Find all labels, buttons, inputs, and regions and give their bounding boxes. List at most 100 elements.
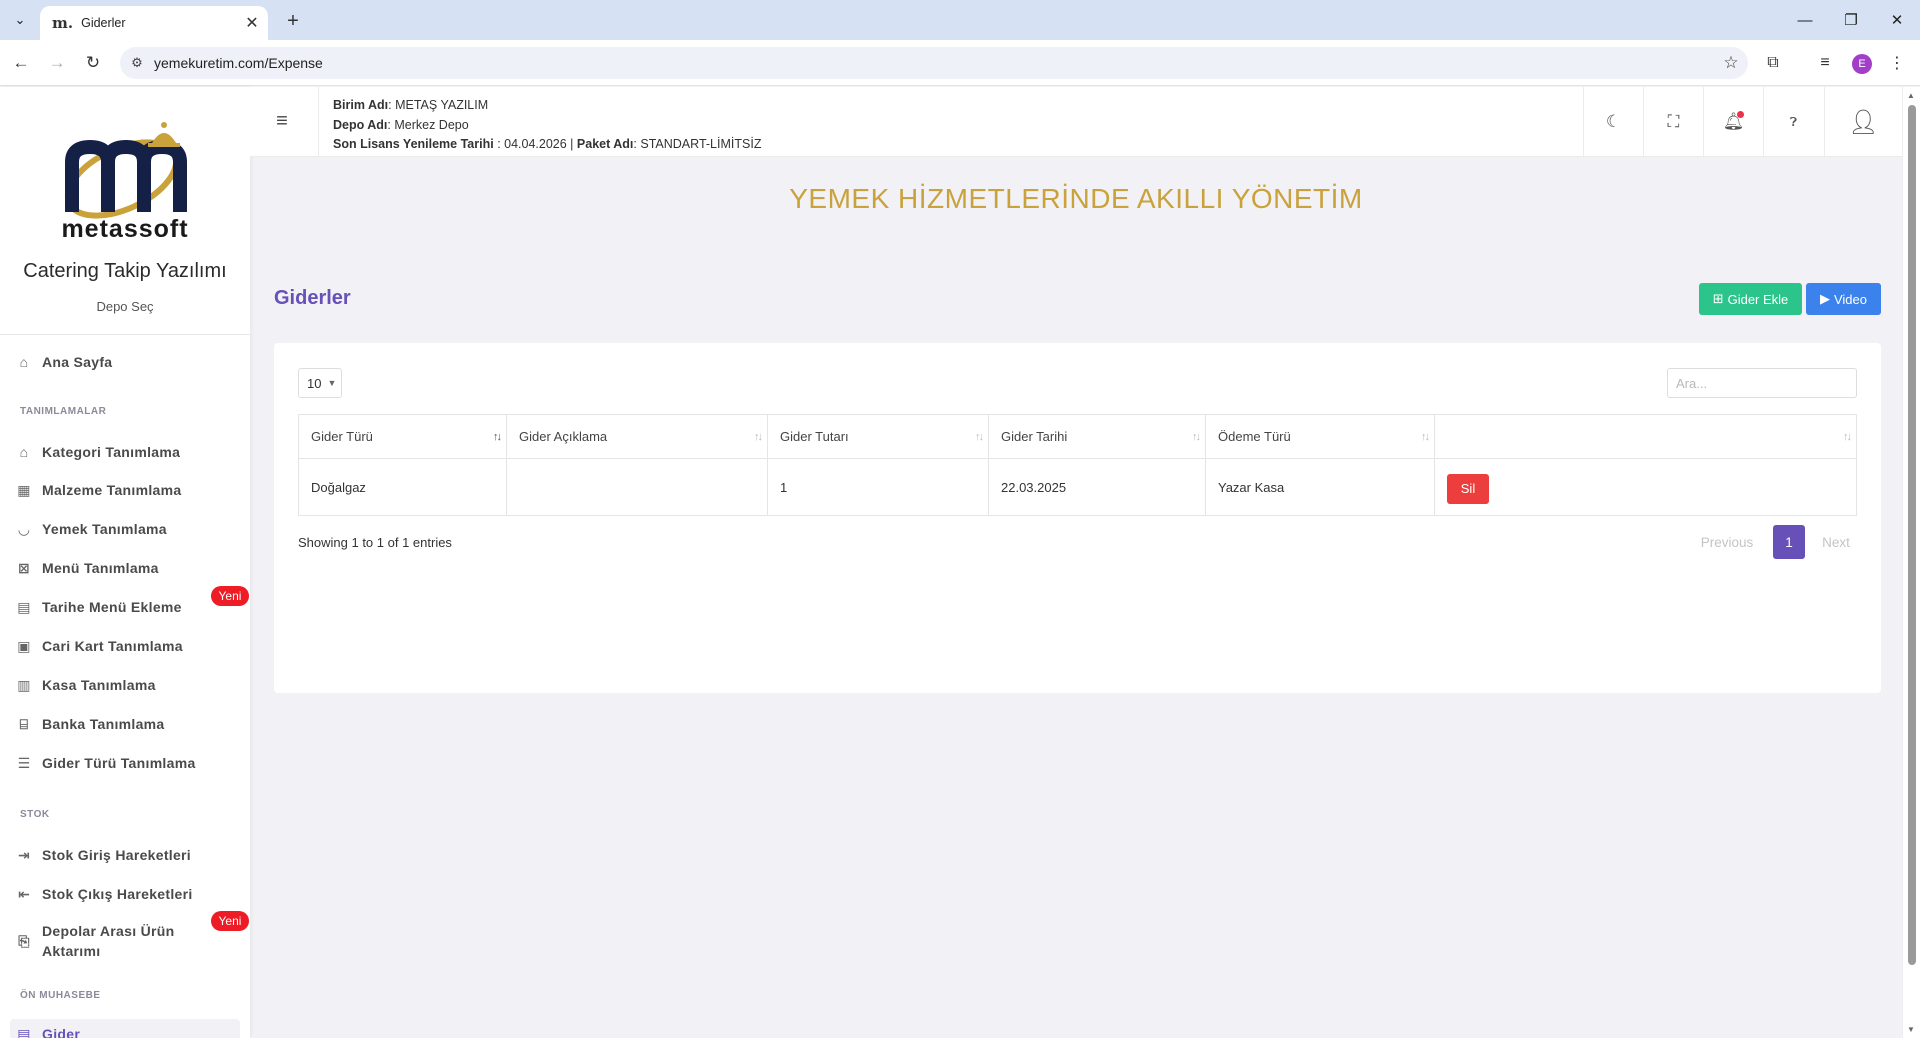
dark-mode-icon[interactable]: ☾ [1583,87,1643,157]
sidebar-item-depolar-arasi[interactable]: ⎘ Depolar Arası Ürün Aktarımı [14,919,202,963]
paket-label: Paket Adı [576,137,634,151]
sort-icon: ↑↓ [493,431,502,443]
delete-button[interactable]: Sil [1447,473,1489,504]
sort-icon: ↑↓ [1843,431,1852,443]
help-icon[interactable]: ❓︎ [1763,87,1823,157]
reload-icon[interactable]: ↻ [78,48,108,78]
video-button[interactable]: ▶ Video [1806,283,1881,315]
pagination-next[interactable]: Next [1812,525,1860,559]
page-scrollbar[interactable]: ▲ ▼ [1902,87,1920,1038]
sidebar-item-label: Banka Tanımlama [42,716,165,732]
media-control-icon[interactable]: ≡ [1810,48,1840,78]
sort-icon: ↑↓ [1421,431,1430,443]
sidebar-item-yemek[interactable]: ◡ Yemek Tanımlama [14,517,167,541]
sort-icon: ↑↓ [975,431,984,443]
play-icon: ▶ [1819,291,1830,306]
restore-icon[interactable]: ❐ [1828,4,1874,36]
column-header-gider-tarihi[interactable]: Gider Tarihi ↑↓ [988,414,1206,459]
add-expense-button[interactable]: ⊞ Gider Ekle [1699,283,1802,315]
scroll-up-icon[interactable]: ▲ [1907,91,1915,100]
pagination-previous[interactable]: Previous [1694,525,1760,559]
section-title-tanimlamalar: TANIMLAMALAR [20,406,107,417]
tab-close-icon[interactable]: ✕ [242,13,262,33]
birim-value: METAŞ YAZILIM [395,98,489,112]
tag-icon: ⌂ [19,444,29,460]
column-header-actions[interactable]: ↑↓ [1434,414,1857,459]
user-avatar-icon[interactable]: 👤︎ [1824,87,1902,157]
address-bar[interactable]: ⚙ yemekuretim.com/Expense ☆ [120,47,1748,79]
tab-search-dropdown-icon[interactable]: ⌄ [6,7,34,33]
new-tab-icon[interactable]: + [280,8,306,34]
add-expense-label: Gider Ekle [1727,291,1789,307]
sidebar-item-label: Gider Türü Tanımlama [42,755,196,771]
sidebar-item-stok-giris[interactable]: ⇥ Stok Giriş Hareketleri [14,843,191,867]
column-header-gider-aciklama[interactable]: Gider Açıklama ↑↓ [506,414,768,459]
lisans-label: Son Lisans Yenileme Tarihi [333,137,494,151]
column-label: Gider Açıklama [519,429,608,444]
new-badge: Yeni [211,586,249,606]
sidebar-item-gider-turu[interactable]: ☰ Gider Türü Tanımlama [14,751,196,775]
scroll-down-icon[interactable]: ▼ [1907,1025,1915,1034]
column-label: Ödeme Türü [1218,429,1291,444]
back-icon[interactable]: ← [6,48,36,78]
sidebar-item-kategori[interactable]: ⌂ Kategori Tanımlama [14,440,180,464]
extensions-icon[interactable]: ⧉ [1758,48,1788,78]
search-input[interactable] [1667,368,1857,398]
cell-gider-turu: Doğalgaz [298,458,507,516]
sidebar-item-stok-cikis[interactable]: ⇤ Stok Çıkış Hareketleri [14,882,193,906]
fullscreen-icon[interactable]: ⛶ [1643,87,1703,157]
section-title-stok: STOK [20,809,50,820]
page-length-select[interactable]: 10 ▼ [298,368,342,398]
table-row: Doğalgaz 1 22.03.2025 Yazar Kasa Sil [298,458,1857,516]
sidebar-item-banka[interactable]: ⌸ Banka Tanımlama [14,712,165,736]
browser-menu-icon[interactable]: ⋮ [1882,48,1912,78]
page-length-value: 10 [307,375,322,391]
sidebar-item-kasa[interactable]: ▥ Kasa Tanımlama [14,673,156,697]
column-header-gider-tutari[interactable]: Gider Tutarı ↑↓ [767,414,989,459]
tab-favicon-icon: m. [52,14,74,32]
window-close-icon[interactable]: ✕ [1874,4,1920,36]
column-header-gider-turu[interactable]: Gider Türü ↑↓ [298,414,507,459]
list-icon: ☰ [17,754,31,771]
hamburger-icon[interactable]: ≡ [270,109,294,133]
top-header: ≡ Birim Adı: METAŞ YAZILIM Depo Adı: Mer… [250,87,1902,157]
bank-icon: ⌸ [19,715,29,732]
new-badge: Yeni [211,911,249,931]
sidebar-item-gider[interactable]: ▤ Gider [14,1022,80,1038]
browser-toolbar: ← → ↻ ⚙ yemekuretim.com/Expense ☆ ⧉ ≡ E … [0,40,1920,86]
minimize-icon[interactable]: — [1782,4,1828,36]
calendar-icon: ▤ [17,598,31,615]
pagination-page-1[interactable]: 1 [1773,525,1805,559]
column-label: Gider Türü [311,429,373,444]
section-title-on-muhasebe: ÖN MUHASEBE [20,990,101,1001]
page-title: Giderler [274,287,351,309]
sidebar-item-menu[interactable]: ⊠ Menü Tanımlama [14,556,159,580]
logo-text: metassoft [61,215,189,243]
sidebar-item-cari-kart[interactable]: ▣ Cari Kart Tanımlama [14,634,183,658]
sort-icon: ↑↓ [1192,431,1201,443]
sidebar-item-label: Stok Giriş Hareketleri [42,847,191,863]
sidebar-item-malzeme[interactable]: ▦ Malzeme Tanımlama [14,478,181,502]
sidebar-item-tarihe-menu[interactable]: ▤ Tarihe Menü Ekleme [14,595,182,619]
sidebar-item-label: Stok Çıkış Hareketleri [42,886,193,902]
sidebar-item-label: Ana Sayfa [42,354,113,370]
sidebar-divider [0,334,250,335]
browser-tab[interactable]: m. Giderler ✕ [40,6,268,40]
notification-dot [1737,111,1744,118]
column-label: Gider Tarihi [1001,429,1068,444]
sidebar-item-label: Malzeme Tanımlama [42,482,182,498]
column-header-odeme-turu[interactable]: Ödeme Türü ↑↓ [1205,414,1435,459]
site-info-icon[interactable]: ⚙ [120,55,154,71]
depo-select-link[interactable]: Depo Seç [0,299,250,314]
sidebar-item-home[interactable]: ⌂ Ana Sayfa [14,350,112,374]
notification-bell-icon[interactable]: 🔔︎ [1703,87,1763,157]
paket-value: STANDART-LİMİTSİZ [640,137,762,151]
scrollbar-thumb[interactable] [1908,105,1916,965]
profile-avatar[interactable]: E [1852,54,1872,74]
sidebar-item-label: Yemek Tanımlama [42,521,167,537]
bookmark-star-icon[interactable]: ☆ [1714,53,1748,73]
forward-icon[interactable]: → [42,48,72,78]
cell-gider-tarihi: 22.03.2025 [988,458,1206,516]
birim-label: Birim Adı [333,98,389,112]
browser-tabstrip: ⌄ m. Giderler ✕ + — ❐ ✕ [0,0,1920,40]
